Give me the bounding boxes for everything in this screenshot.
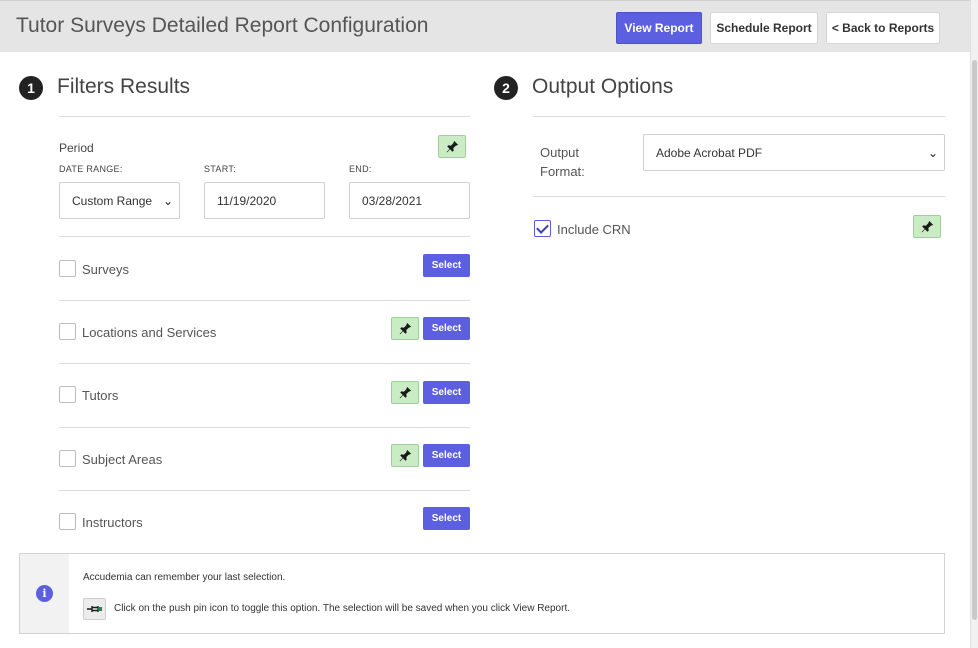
divider — [59, 490, 470, 491]
push-pin-icon — [399, 449, 411, 462]
date-range-value: Custom Range — [72, 193, 153, 208]
divider — [59, 116, 470, 117]
output-format-label: Output Format: — [540, 143, 585, 181]
subject-areas-select-button[interactable]: Select — [423, 444, 470, 467]
subject-areas-pin-button[interactable] — [391, 444, 419, 467]
locations-services-label: Locations and Services — [82, 325, 217, 340]
include-crn-pin-button[interactable] — [913, 215, 941, 238]
page-header: Tutor Surveys Detailed Report Configurat… — [0, 0, 970, 52]
schedule-report-button[interactable]: Schedule Report — [710, 12, 818, 44]
push-pin-example — [83, 598, 106, 620]
info-text-remember: Accudemia can remember your last selecti… — [83, 572, 286, 583]
end-label: END: — [349, 164, 372, 174]
locations-services-checkbox[interactable] — [59, 323, 76, 340]
surveys-checkbox[interactable] — [59, 260, 76, 277]
push-pin-icon — [399, 386, 411, 399]
end-date-input[interactable]: 03/28/2021 — [349, 182, 470, 219]
output-format-value: Adobe Acrobat PDF — [656, 145, 763, 160]
include-crn-checkbox[interactable] — [534, 220, 551, 237]
output-format-select[interactable]: Adobe Acrobat PDF ⌄ — [643, 134, 945, 171]
info-text-instructions: Click on the push pin icon to toggle thi… — [114, 603, 570, 614]
subject-areas-label: Subject Areas — [82, 452, 163, 467]
step-1-badge: 1 — [19, 76, 43, 100]
push-pin-icon — [399, 322, 411, 335]
chevron-down-icon: ⌄ — [927, 145, 938, 160]
instructors-select-button[interactable]: Select — [423, 507, 470, 530]
view-report-button[interactable]: View Report — [616, 12, 702, 44]
tutors-checkbox[interactable] — [59, 386, 76, 403]
period-label: Period — [59, 141, 94, 155]
divider — [59, 300, 470, 301]
info-panel-sidebar: i — [20, 554, 69, 633]
date-range-select[interactable]: Custom Range ⌄ — [59, 182, 180, 219]
tutors-select-button[interactable]: Select — [423, 381, 470, 404]
divider — [533, 116, 945, 117]
page-title: Tutor Surveys Detailed Report Configurat… — [16, 14, 429, 37]
include-crn-label: Include CRN — [557, 222, 631, 237]
step-2-badge: 2 — [494, 76, 518, 100]
surveys-label: Surveys — [82, 262, 129, 277]
divider — [533, 196, 945, 197]
back-to-reports-button[interactable]: < Back to Reports — [826, 12, 940, 44]
instructors-label: Instructors — [82, 515, 143, 530]
divider — [59, 236, 470, 237]
output-format-label-line1: Output — [540, 145, 580, 160]
surveys-select-button[interactable]: Select — [423, 254, 470, 277]
start-label: START: — [204, 164, 236, 174]
chevron-down-icon: ⌄ — [162, 193, 173, 208]
output-format-label-line2: Format: — [540, 164, 585, 179]
subject-areas-checkbox[interactable] — [59, 450, 76, 467]
info-icon: i — [36, 585, 53, 602]
date-range-label: DATE RANGE: — [59, 164, 123, 174]
output-section-title: Output Options — [532, 75, 674, 98]
divider — [59, 427, 470, 428]
info-panel: i Accudemia can remember your last selec… — [19, 553, 945, 634]
scrollbar[interactable] — [970, 0, 978, 648]
locations-services-pin-button[interactable] — [391, 317, 419, 340]
tutors-pin-button[interactable] — [391, 381, 419, 404]
push-pin-icon — [921, 220, 933, 233]
period-pin-button[interactable] — [438, 135, 466, 158]
instructors-checkbox[interactable] — [59, 513, 76, 530]
start-date-input[interactable]: 11/19/2020 — [204, 182, 325, 219]
locations-services-select-button[interactable]: Select — [423, 317, 470, 340]
divider — [59, 363, 470, 364]
push-pin-horizontal-icon — [86, 606, 102, 612]
push-pin-icon — [446, 140, 458, 153]
scrollbar-thumb[interactable] — [972, 60, 977, 620]
filters-section-title: Filters Results — [57, 75, 191, 98]
tutors-label: Tutors — [82, 388, 119, 403]
